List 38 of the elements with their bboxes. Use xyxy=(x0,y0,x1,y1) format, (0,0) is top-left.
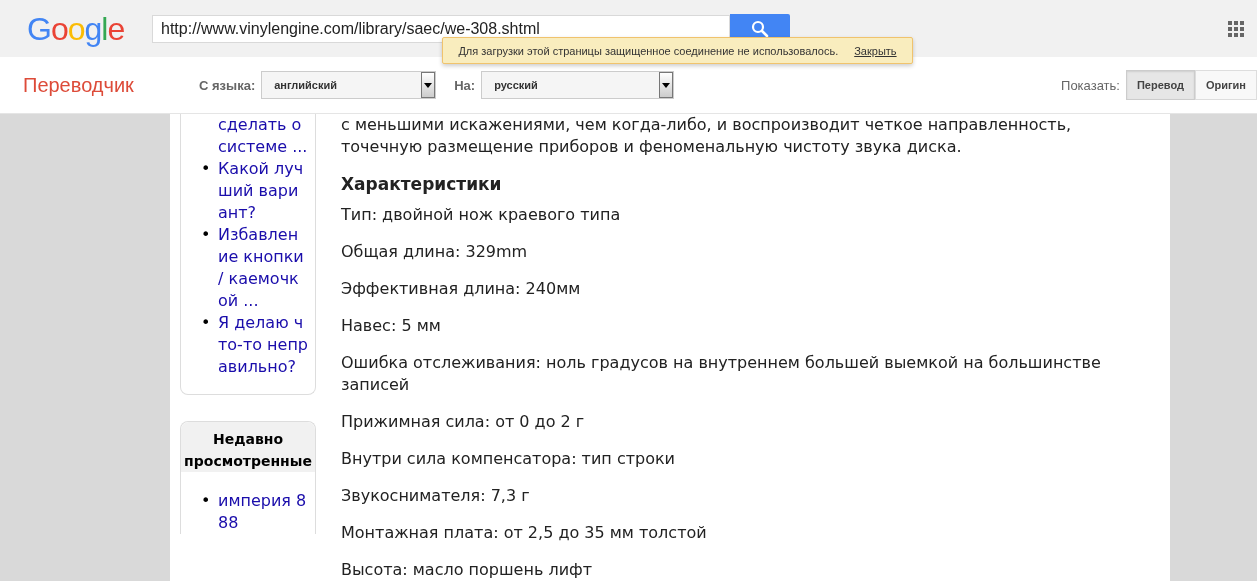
spec-text: Монтажная плата: от 2,5 до 35 мм толстой xyxy=(341,522,708,544)
show-label: Показать: xyxy=(1061,77,1120,93)
bullet: • xyxy=(201,225,211,244)
spec-text: Общая длина: 329mm xyxy=(341,241,529,263)
apps-grid-icon[interactable] xyxy=(1228,20,1244,37)
forum-link[interactable]: Избавление кнопки / каемочкой ... xyxy=(218,224,308,312)
translator-title: Переводчик xyxy=(23,73,135,97)
spec-text: Внутри сила компенсатора: тип строки xyxy=(341,448,676,470)
caret-icon xyxy=(662,82,671,88)
spec-text: Эффективная длина: 240мм xyxy=(341,278,582,300)
close-link[interactable]: Закрыть xyxy=(854,44,897,57)
intro-text: с меньшими искажениями, чем когда-либо, и воспроизводит четкое направленность, xyxy=(341,114,1073,136)
source-language-label: С языка: xyxy=(199,77,256,93)
forum-link[interactable]: Я делаю что-то неправильно? xyxy=(218,312,308,378)
spec-text: Тип: двойной нож краевого типа xyxy=(341,204,622,226)
target-language-select[interactable]: русский xyxy=(481,71,675,99)
section-heading: Характеристики xyxy=(341,174,502,194)
url-field[interactable]: http://www.vinylengine.com/library/saec/we-308.shtml xyxy=(152,14,730,43)
spec-text: Звукоснимателя: 7,3 г xyxy=(341,485,531,507)
spec-text: Прижимная сила: от 0 до 2 г xyxy=(341,411,586,433)
view-toggle[interactable]: Перевод xyxy=(1125,70,1195,100)
target-language-label: На: xyxy=(454,77,476,93)
bullet: • xyxy=(201,491,211,510)
caret-icon xyxy=(424,82,433,88)
bullet: • xyxy=(201,159,211,178)
spec-text: Высота: масло поршень лифт xyxy=(341,559,594,581)
spec-text: Навес: 5 мм xyxy=(341,315,442,337)
search-icon xyxy=(751,19,769,38)
source-language-select[interactable]: английский xyxy=(261,71,437,99)
forum-link[interactable]: Какой лучший вариант? xyxy=(218,158,308,224)
notice-text: Для загрузки этой страницы защищенное соединение не использовалось. xyxy=(458,44,839,57)
spec-text: Ошибка отслеживания: ноль градусов на внутреннем большей выемкой на большинстве записей xyxy=(341,352,1102,396)
intro-text: точечную размещение приборов и феноменальную чистоту звука диска. xyxy=(341,136,963,158)
bullet: • xyxy=(201,313,211,332)
recent-heading: Недавно просмотренные xyxy=(181,422,315,472)
view-toggle[interactable]: Оригин xyxy=(1194,70,1257,100)
recent-link[interactable]: империя 888 xyxy=(218,490,308,534)
forum-link[interactable]: сделать о системе ... xyxy=(218,114,308,158)
